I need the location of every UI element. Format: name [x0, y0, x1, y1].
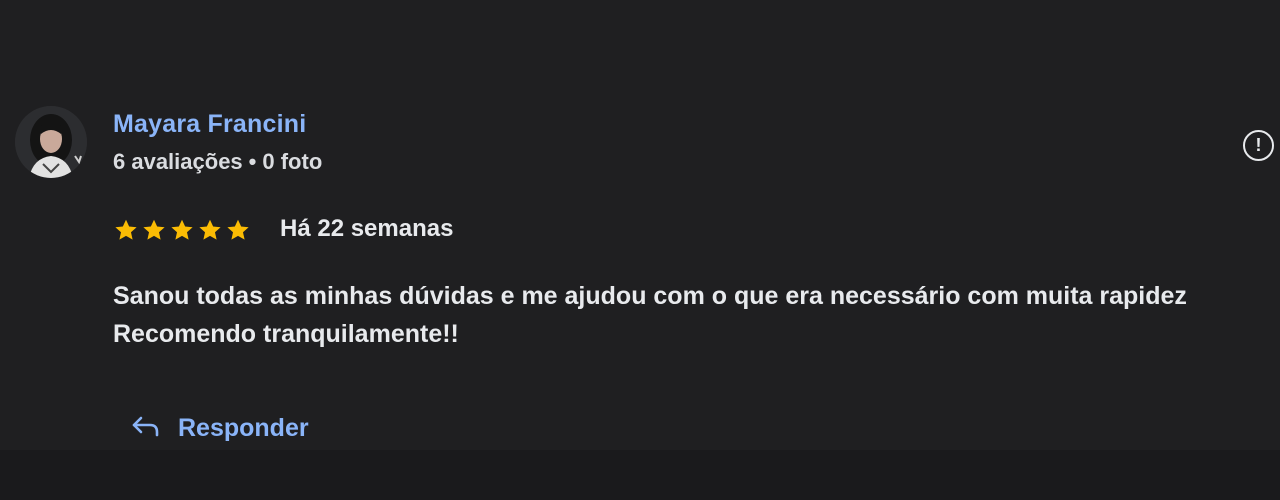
star-icon: [169, 215, 195, 245]
reply-button[interactable]: Responder: [130, 408, 309, 448]
bottom-divider-area: [0, 450, 1280, 500]
review-text: Sanou todas as minhas dúvidas e me ajudo…: [113, 277, 1280, 353]
star-icon: [197, 215, 223, 245]
meta-separator: •: [248, 149, 257, 174]
reply-arrow-icon: [130, 414, 160, 443]
author-name[interactable]: Mayara Francini: [113, 110, 306, 139]
reviews-count: 6 avaliações: [113, 149, 243, 174]
author-meta: 6 avaliações • 0 foto: [113, 149, 322, 175]
review-text-line: Sanou todas as minhas dúvidas e me ajudo…: [113, 282, 1187, 310]
info-icon[interactable]: !: [1243, 130, 1274, 161]
reply-label: Responder: [178, 413, 309, 442]
review-text-line: Recomendo tranquilamente!!: [113, 320, 459, 348]
avatar-image: [15, 106, 87, 178]
star-icon: [225, 215, 251, 245]
avatar[interactable]: [15, 106, 87, 178]
star-icon: [141, 215, 167, 245]
review-card: Mayara Francini 6 avaliações • 0 foto ! Há…: [0, 0, 1280, 450]
review-date: Há 22 semanas: [280, 215, 454, 242]
photos-count: 0 foto: [262, 149, 323, 174]
star-icon: [113, 215, 139, 245]
info-glyph: !: [1255, 135, 1262, 155]
star-rating: [113, 215, 251, 245]
